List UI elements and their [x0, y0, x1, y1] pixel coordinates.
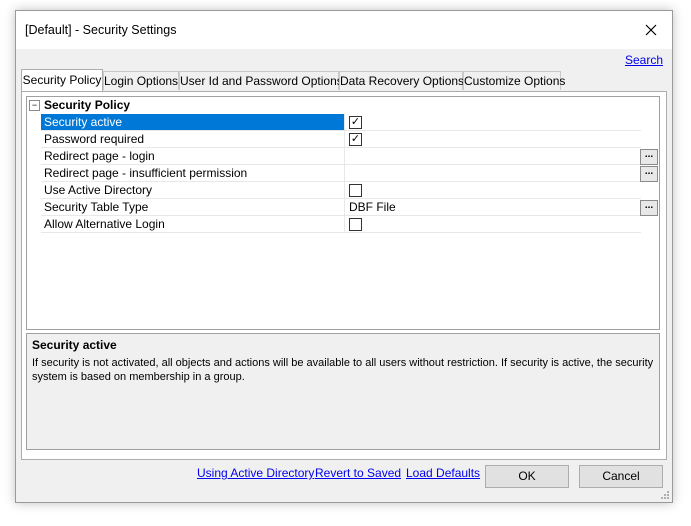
property-value — [345, 216, 641, 233]
tab-user-id-password-options[interactable]: User Id and Password Options — [179, 71, 343, 90]
property-name: Password required — [41, 131, 345, 148]
row-password-required[interactable]: Password required ✓ — [27, 131, 659, 148]
security-table-type-ellipsis-button[interactable]: ... — [640, 200, 658, 216]
security-settings-window: [Default] - Security Settings Search Sec… — [15, 10, 673, 503]
property-name: Security Table Type — [41, 199, 345, 216]
allow-alternative-login-checkbox[interactable] — [349, 218, 362, 231]
close-icon — [645, 24, 657, 36]
cancel-button[interactable]: Cancel — [579, 465, 663, 488]
tab-security-policy[interactable]: Security Policy — [21, 69, 103, 91]
description-pane: Security active If security is not activ… — [26, 333, 660, 450]
ok-button[interactable]: OK — [485, 465, 569, 488]
property-value: ✓ — [345, 114, 641, 131]
category-row-security-policy[interactable]: − Security Policy — [27, 97, 659, 114]
category-label: Security Policy — [44, 98, 131, 112]
property-value: ✓ — [345, 131, 641, 148]
resize-grip-icon[interactable] — [660, 490, 670, 500]
window-title: [Default] - Security Settings — [25, 23, 177, 37]
security-policy-panel: − Security Policy Security active ✓ Pass… — [21, 91, 667, 460]
load-defaults-link[interactable]: Load Defaults — [406, 466, 480, 480]
tab-login-options[interactable]: Login Options — [103, 71, 179, 90]
search-link[interactable]: Search — [625, 53, 663, 67]
tab-customize-options[interactable]: Customize Options — [463, 71, 565, 90]
redirect-login-ellipsis-button[interactable]: ... — [640, 149, 658, 165]
row-security-active[interactable]: Security active ✓ — [27, 114, 659, 131]
row-use-active-directory[interactable]: Use Active Directory — [27, 182, 659, 199]
row-allow-alternative-login[interactable]: Allow Alternative Login — [27, 216, 659, 233]
title-bar: [Default] - Security Settings — [16, 11, 672, 49]
property-value — [345, 182, 641, 199]
redirect-insufficient-ellipsis-button[interactable]: ... — [640, 166, 658, 182]
property-grid: − Security Policy Security active ✓ Pass… — [26, 96, 660, 330]
row-redirect-page-login[interactable]: Redirect page - login ... — [27, 148, 659, 165]
property-name: Redirect page - login — [41, 148, 345, 165]
row-redirect-page-insufficient[interactable]: Redirect page - insufficient permission … — [27, 165, 659, 182]
using-active-directory-link[interactable]: Using Active Directory — [197, 466, 314, 480]
property-name: Allow Alternative Login — [41, 216, 345, 233]
description-title: Security active — [32, 338, 117, 352]
collapse-icon[interactable]: − — [29, 100, 40, 111]
tab-data-recovery-options[interactable]: Data Recovery Options — [339, 71, 464, 90]
property-name: Use Active Directory — [41, 182, 345, 199]
property-value[interactable] — [345, 165, 641, 182]
property-value[interactable] — [345, 148, 641, 165]
description-text: If security is not activated, all object… — [32, 357, 654, 383]
row-security-table-type[interactable]: Security Table Type DBF File ... — [27, 199, 659, 216]
password-required-checkbox[interactable]: ✓ — [349, 133, 362, 146]
property-value[interactable]: DBF File — [345, 199, 641, 216]
use-active-directory-checkbox[interactable] — [349, 184, 362, 197]
security-active-checkbox[interactable]: ✓ — [349, 116, 362, 129]
property-name: Security active — [41, 114, 345, 131]
revert-to-saved-link[interactable]: Revert to Saved — [315, 466, 401, 480]
property-name: Redirect page - insufficient permission — [41, 165, 345, 182]
close-button[interactable] — [636, 17, 666, 43]
